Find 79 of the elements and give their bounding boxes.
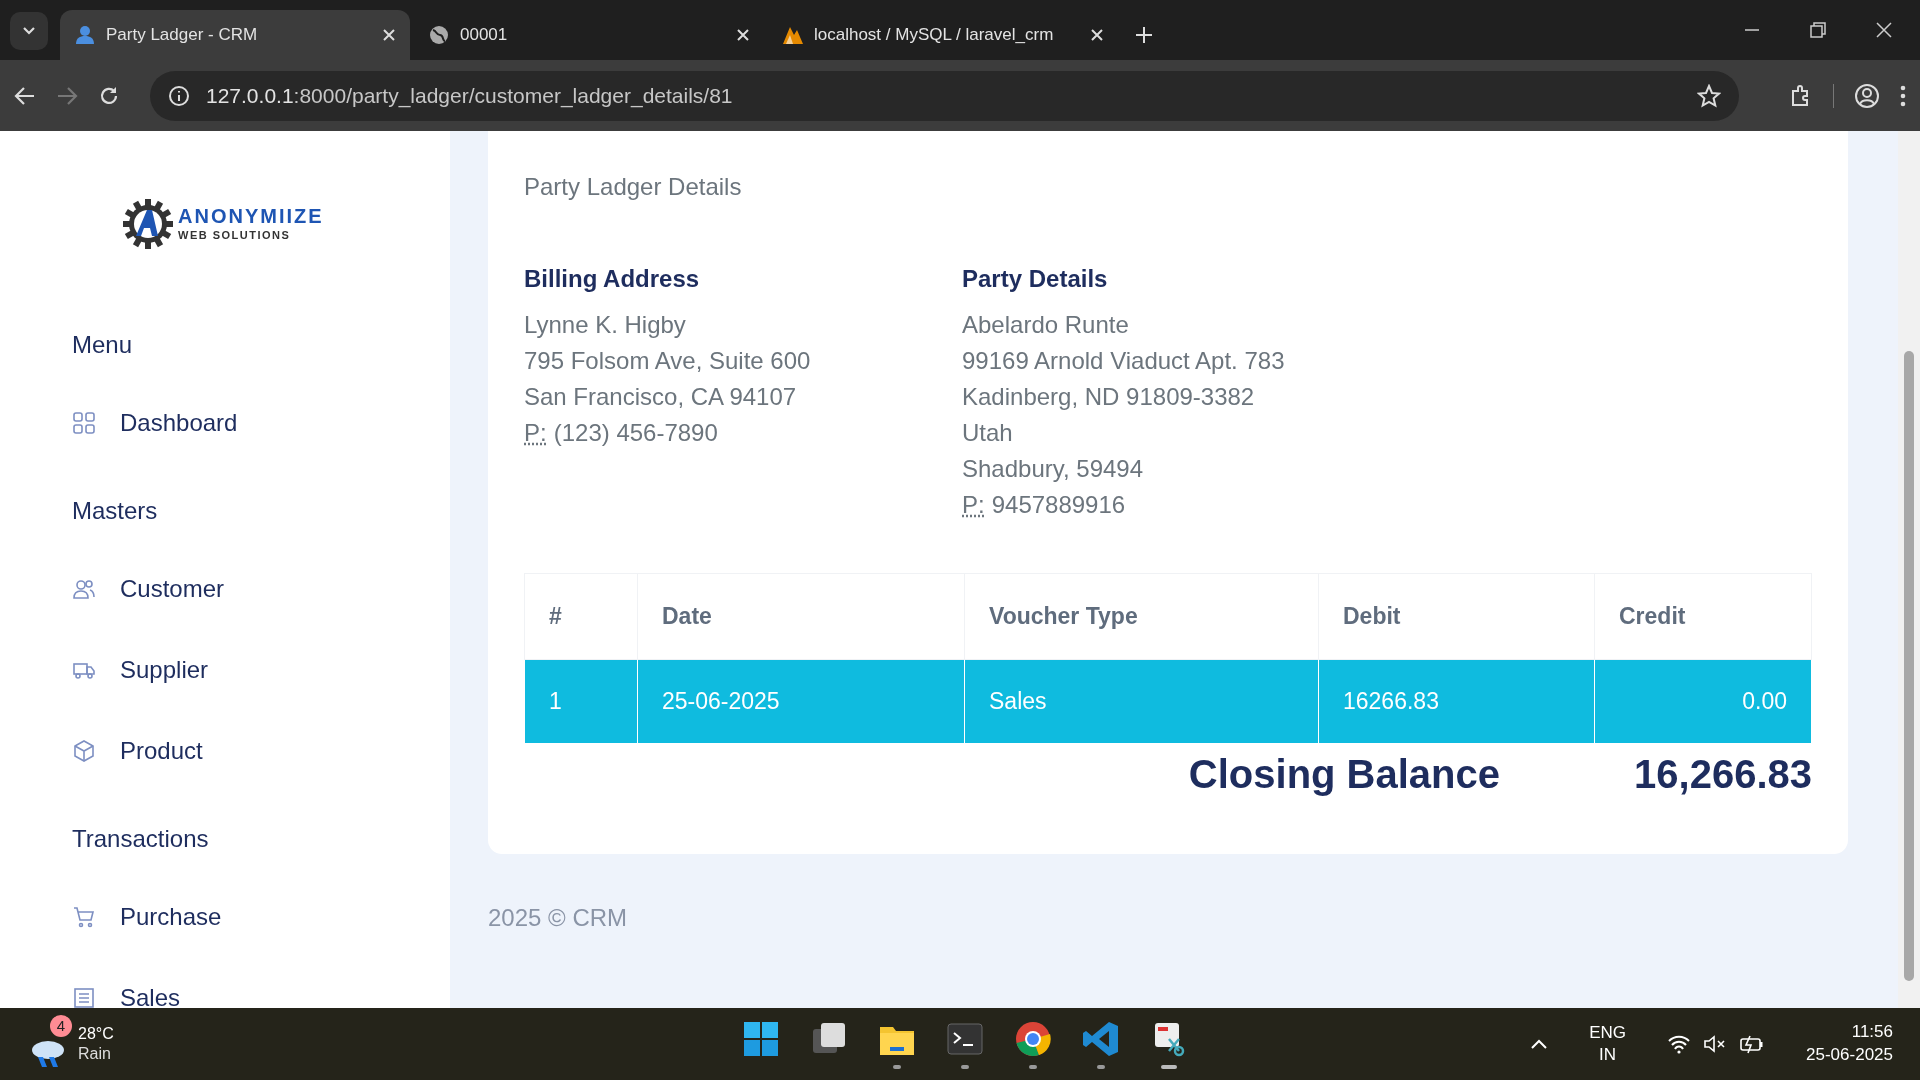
menu-heading: Transactions: [72, 824, 210, 854]
address-line: San Francisco, CA 94107: [524, 382, 798, 412]
temperature-text: 28°C: [78, 1024, 114, 1044]
star-icon[interactable]: [1697, 83, 1721, 108]
table-cell: 25-06-2025: [637, 659, 965, 744]
grid-icon: [72, 411, 96, 435]
code-editor-icon: [1081, 1019, 1121, 1059]
clock[interactable]: 11:56 25-06-2025: [1805, 1020, 1894, 1068]
table-cell: 1: [524, 659, 638, 744]
column-header: Voucher Type: [964, 573, 1319, 660]
address-line: Utah: [962, 418, 1014, 448]
footer-text: 2025 © CRM: [488, 903, 629, 933]
menu-heading: Masters: [72, 496, 159, 526]
close-icon[interactable]: [1090, 28, 1104, 42]
table-cell: 0.00: [1594, 659, 1812, 744]
more-menu-icon[interactable]: [1900, 84, 1906, 107]
sidebar-item[interactable]: Customer: [72, 563, 225, 615]
wifi-icon[interactable]: [1667, 1034, 1692, 1054]
browser-logo-icon: [1013, 1019, 1053, 1059]
language-indicator[interactable]: ENG IN: [1588, 1020, 1628, 1068]
table-cell: 16266.83: [1318, 659, 1595, 744]
card-title: Party Ladger Details: [524, 172, 743, 202]
sidebar-item[interactable]: Supplier: [72, 644, 209, 696]
scrollbar-thumb[interactable]: [1904, 351, 1914, 981]
close-icon[interactable]: [382, 28, 396, 42]
info-icon[interactable]: [168, 84, 190, 107]
users-icon: [72, 577, 96, 601]
column-header: Date: [637, 573, 965, 660]
notification-badge: 4: [50, 1015, 72, 1037]
globe-icon: [428, 24, 450, 46]
menu-heading: Menu: [72, 330, 134, 360]
windows-logo-icon: [741, 1019, 781, 1059]
address-line: Kadinberg, ND 91809-3382: [962, 382, 1256, 412]
chevron-up-icon[interactable]: [1530, 1038, 1549, 1050]
url-text: 127.0.0.1:8000/party_ladger/customer_ladger_details/81: [206, 82, 733, 110]
tab-list-button[interactable]: [10, 12, 48, 50]
forward-arrow-icon[interactable]: [56, 84, 78, 107]
box-icon: [72, 739, 96, 763]
sidebar-item[interactable]: Dashboard: [72, 397, 238, 449]
muted-speaker-icon[interactable]: [1703, 1034, 1728, 1054]
closing-balance-label: Closing Balance: [1188, 751, 1501, 798]
sidebar-item[interactable]: Purchase: [72, 891, 222, 943]
address-line: 795 Folsom Ave, Suite 600: [524, 346, 812, 376]
browser-tab[interactable]: Party Ladger - CRM: [60, 10, 410, 60]
table-cell: Sales: [964, 659, 1319, 744]
close-icon[interactable]: [736, 28, 750, 42]
logo-tagline: WEB SOLUTIONS: [178, 230, 292, 241]
cart-icon: [72, 905, 96, 929]
chevron-down-icon: [22, 26, 36, 36]
column-header: Credit: [1594, 573, 1812, 660]
browser-tab[interactable]: localhost / MySQL / laravel_crm: [768, 10, 1118, 60]
address-line: 99169 Arnold Viaduct Apt. 783: [962, 346, 1285, 376]
logo-text: ANONYMIIZE: [178, 206, 324, 226]
back-arrow-icon[interactable]: [14, 84, 36, 107]
column-header: Debit: [1318, 573, 1595, 660]
restore-icon[interactable]: [1810, 22, 1826, 38]
phone-number: (123) 456-7890: [553, 418, 718, 448]
address-line: Lynne K. Higby: [524, 310, 687, 340]
profile-icon[interactable]: [1854, 82, 1880, 109]
list-icon: [72, 986, 96, 1008]
sidebar-item[interactable]: Sales: [72, 972, 181, 1008]
gear-logo-icon: [122, 197, 174, 250]
sidebar-item[interactable]: Product: [72, 725, 203, 777]
battery-icon[interactable]: [1739, 1034, 1766, 1054]
phone-label: P:: [962, 490, 985, 520]
phone-number: 9457889916: [991, 490, 1126, 520]
address-line: Abelardo Runte: [962, 310, 1130, 340]
address-heading: Party Details: [962, 264, 1109, 294]
user-icon: [74, 24, 96, 46]
weather-condition: Rain: [78, 1044, 112, 1064]
closing-balance-value: 16,266.83: [1634, 751, 1812, 798]
column-header: #: [524, 573, 638, 660]
plus-icon[interactable]: [1134, 25, 1154, 45]
phone-label: P:: [524, 418, 547, 448]
address-heading: Billing Address: [524, 264, 701, 294]
address-bar[interactable]: 127.0.0.1:8000/party_ladger/customer_ladger_details/81: [150, 70, 1739, 121]
close-icon[interactable]: [1876, 22, 1892, 38]
browser-tab[interactable]: 00001: [414, 10, 764, 60]
address-line: Shadbury, 59494: [962, 454, 1145, 484]
